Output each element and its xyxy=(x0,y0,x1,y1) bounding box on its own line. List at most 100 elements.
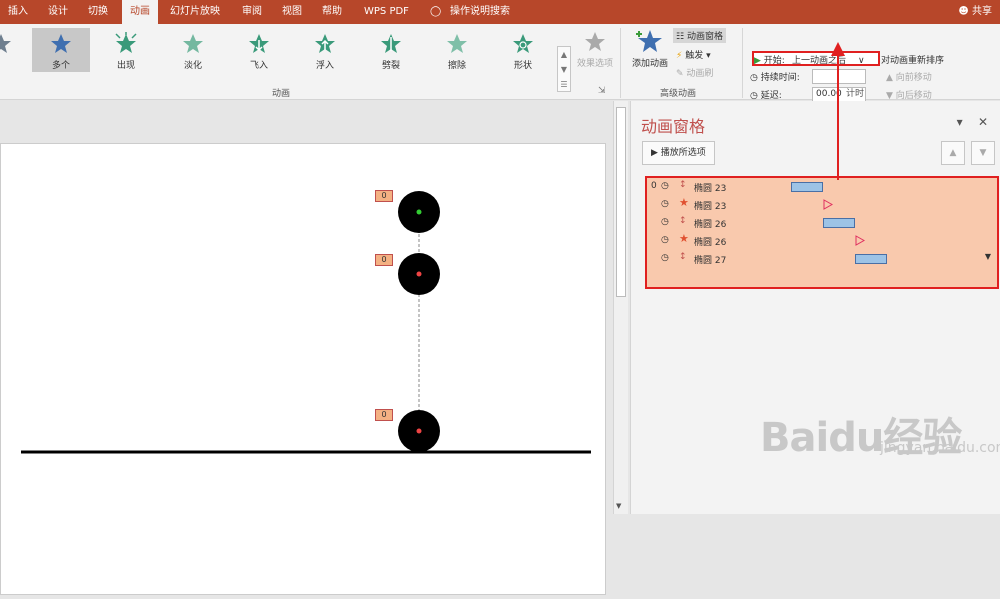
group-label-animation: 动画 xyxy=(272,89,291,99)
gallery-label: 劈裂 xyxy=(381,61,400,71)
animation-brush-label: 动画刷 xyxy=(686,69,714,79)
vertical-scrollbar[interactable]: ▼ xyxy=(613,101,628,514)
gallery-item-multiple[interactable]: 多个 xyxy=(32,28,90,72)
start-label: ▶ 开始: xyxy=(754,53,785,66)
gallery-item-wipe[interactable]: 擦除 xyxy=(428,28,486,72)
tab-insert[interactable]: 插入 xyxy=(8,0,28,24)
slide-drawing xyxy=(21,191,591,454)
path-end-marker xyxy=(416,428,422,434)
move-later-label: 向后移动 xyxy=(895,91,932,101)
motion-path-icon: ↕ xyxy=(679,216,687,226)
star-burst-icon xyxy=(115,32,137,53)
row-index: 0 xyxy=(651,181,657,191)
gallery-item-appear[interactable]: 出现 xyxy=(97,28,155,72)
share-label: 共享 xyxy=(972,6,992,17)
gallery-item-float-in[interactable]: 浮入 xyxy=(296,28,354,72)
duration-input[interactable] xyxy=(812,69,866,84)
tab-transitions[interactable]: 切换 xyxy=(88,0,108,24)
clock-icon: ◷ xyxy=(750,73,758,83)
animation-brush-button[interactable]: ✎ 动画刷 xyxy=(676,66,713,79)
row-name: 椭圆 26 xyxy=(694,238,727,248)
emphasis-star-icon: ★ xyxy=(679,196,689,209)
path-start-marker xyxy=(416,209,422,215)
tab-slideshow[interactable]: 幻灯片放映 xyxy=(170,0,220,24)
row-name: 椭圆 23 xyxy=(694,184,727,194)
row-dropdown-icon[interactable]: ▼ xyxy=(985,252,991,261)
timeline-bar[interactable] xyxy=(823,218,855,228)
animation-marker[interactable]: 0 xyxy=(375,409,393,421)
tab-wps-pdf[interactable]: WPS PDF xyxy=(364,0,409,24)
clock-icon: ◷ xyxy=(661,253,669,263)
dialog-launcher-icon[interactable]: ⇲ xyxy=(598,86,606,96)
timeline-triangle-icon[interactable] xyxy=(855,235,865,246)
trigger-label: 触发 xyxy=(685,51,704,61)
clock-icon: ◷ xyxy=(661,181,669,191)
animation-list: 0 ◷ ↕ 椭圆 23 ◷ ★ 椭圆 23 ◷ ↕ 椭圆 26 ◷ ★ 椭圆 2… xyxy=(645,176,999,289)
motion-path-icon: ↕ xyxy=(679,252,687,262)
gallery-item-split[interactable]: 劈裂 xyxy=(362,28,420,72)
move-up-button[interactable]: ▲ xyxy=(941,141,965,165)
chevron-down-icon[interactable]: ▾ xyxy=(957,115,963,129)
row-name: 椭圆 23 xyxy=(694,202,727,212)
animation-pane-button[interactable]: ☷ 动画窗格 xyxy=(673,28,726,43)
move-earlier-button[interactable]: ▲ 向前移动 xyxy=(886,70,932,83)
clock-icon: ◷ xyxy=(750,91,758,101)
start-value: 上一动画之后 xyxy=(792,56,847,66)
play-selected-button[interactable]: ▶ 播放所选项 xyxy=(642,141,715,165)
star-wipe-icon xyxy=(447,34,467,53)
animation-pane-label: 动画窗格 xyxy=(686,32,723,42)
group-label-advanced: 高级动画 xyxy=(660,89,697,99)
duration-label-text: 持续时间: xyxy=(760,73,800,83)
effect-options-button[interactable]: 效果选项 xyxy=(574,28,616,84)
tab-review[interactable]: 审阅 xyxy=(242,0,262,24)
animation-marker[interactable]: 0 xyxy=(375,254,393,266)
duration-label: ◷ 持续时间: xyxy=(750,70,800,83)
effect-options-label: 效果选项 xyxy=(576,59,613,69)
gallery-item-shape[interactable]: 形状 xyxy=(494,28,552,72)
scroll-thumb[interactable] xyxy=(616,107,626,297)
lightning-icon: ⚡ xyxy=(676,51,683,61)
animation-marker[interactable]: 0 xyxy=(375,190,393,202)
slide-canvas[interactable]: 0 0 0 xyxy=(0,143,606,595)
scroll-down-icon[interactable]: ▼ xyxy=(616,502,621,510)
ribbon-separator xyxy=(620,28,621,98)
row-name: 椭圆 27 xyxy=(694,256,727,266)
gallery-item-fade[interactable]: 淡化 xyxy=(164,28,222,72)
timeline-bar[interactable] xyxy=(855,254,887,264)
share-button[interactable]: ☻ 共享 xyxy=(958,0,992,24)
list-item[interactable]: ◷ ★ 椭圆 26 xyxy=(647,232,997,250)
gallery-item-fly-in[interactable]: 飞入 xyxy=(230,28,288,72)
list-item[interactable]: ◷ ↕ 椭圆 27 xyxy=(647,250,997,268)
star-icon xyxy=(51,34,71,53)
gallery-label: 淡化 xyxy=(183,61,202,71)
add-animation-button[interactable]: 添加动画 xyxy=(626,28,674,84)
close-icon[interactable]: ✕ xyxy=(978,115,988,129)
play-selected-label: 播放所选项 xyxy=(660,148,706,158)
list-item[interactable]: 0 ◷ ↕ 椭圆 23 xyxy=(647,178,997,196)
gallery-item-0[interactable] xyxy=(0,28,30,72)
tab-animations[interactable]: 动画 xyxy=(122,0,158,24)
timeline-triangle-icon[interactable] xyxy=(823,199,833,210)
brush-icon: ✎ xyxy=(676,69,684,79)
gallery-label: 出现 xyxy=(116,61,135,71)
add-animation-label: 添加动画 xyxy=(631,59,668,69)
tab-design[interactable]: 设计 xyxy=(48,0,68,24)
play-icon: ▶ xyxy=(651,148,658,158)
ribbon-tabbar: 插入 设计 切换 动画 幻灯片放映 审阅 视图 帮助 WPS PDF ◯ 操作说… xyxy=(0,0,1000,24)
group-label-timing: 计时 xyxy=(846,89,865,99)
list-item[interactable]: ◷ ★ 椭圆 23 xyxy=(647,196,997,214)
trigger-button[interactable]: ⚡ 触发 ▾ xyxy=(676,48,711,61)
tab-view[interactable]: 视图 xyxy=(282,0,302,24)
delay-label: ◷ 延迟: xyxy=(750,88,782,101)
gallery-scroll[interactable]: ▲ ▼ ☰ xyxy=(557,46,571,92)
clock-icon: ◷ xyxy=(661,217,669,227)
tell-me-search[interactable]: 操作说明搜索 xyxy=(450,0,510,24)
tab-help[interactable]: 帮助 xyxy=(322,0,342,24)
timeline-bar[interactable] xyxy=(791,182,823,192)
star-split-icon xyxy=(381,34,401,53)
start-dropdown[interactable]: 上一动画之后 ∨ xyxy=(792,53,865,66)
list-item[interactable]: ◷ ↕ 椭圆 26 xyxy=(647,214,997,232)
star-icon xyxy=(183,34,203,53)
move-later-button[interactable]: ▼ 向后移动 xyxy=(886,88,932,101)
move-down-button[interactable]: ▼ xyxy=(971,141,995,165)
